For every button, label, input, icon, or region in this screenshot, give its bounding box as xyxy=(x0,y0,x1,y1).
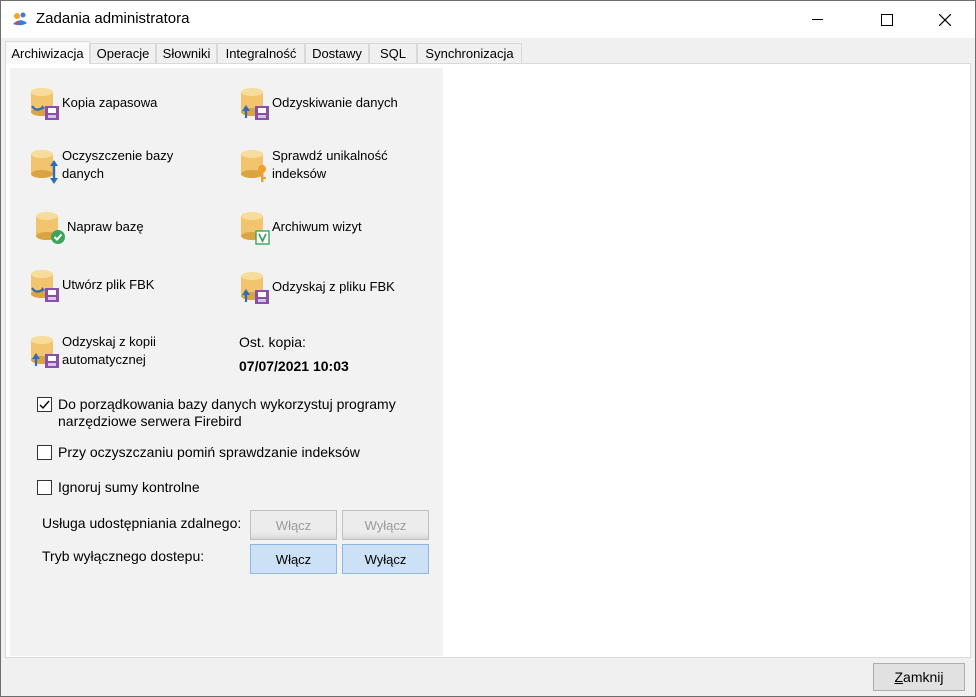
repair-db-action[interactable]: Napraw bazę xyxy=(33,208,144,246)
clean-db-label: Oczyszczenie bazy danych xyxy=(62,148,174,181)
remote-service-off-button[interactable]: Wyłącz xyxy=(342,510,429,540)
recover-auto-action[interactable]: Odzyskaj z kopii automatycznej xyxy=(28,332,156,370)
remote-service-on-button[interactable]: Włącz xyxy=(250,510,337,540)
checkbox-ignore-checksums[interactable] xyxy=(37,480,52,495)
title-bar: Zadania administratora xyxy=(1,1,975,38)
create-fbk-label: Utwórz plik FBK xyxy=(62,277,155,292)
archive-actions-panel: Kopia zapasowa Odzyskiwanie danych Oczys… xyxy=(10,68,443,656)
repair-db-label: Napraw bazę xyxy=(67,219,144,234)
app-window: Zadania administratora Archiwizacja Oper… xyxy=(0,0,976,697)
tab-sql[interactable]: SQL xyxy=(369,43,417,63)
tab-archiwizacja[interactable]: Archiwizacja xyxy=(5,41,90,64)
tab-panel-archiwizacja: Kopia zapasowa Odzyskiwanie danych Oczys… xyxy=(5,63,971,658)
close-button-label: amknij xyxy=(903,669,944,685)
checkbox-firebird-tools[interactable] xyxy=(37,397,52,412)
minimize-icon xyxy=(811,19,823,20)
database-backup-icon xyxy=(31,88,59,120)
close-icon xyxy=(939,13,951,26)
fbk-restore-icon xyxy=(241,272,269,304)
recover-fbk-action[interactable]: Odzyskaj z pliku FBK xyxy=(238,268,395,306)
option-firebird-label: Do porządkowania bazy danych wykorzystuj… xyxy=(58,396,396,429)
tab-dostawy[interactable]: Dostawy xyxy=(305,43,369,63)
recover-label: Odzyskiwanie danych xyxy=(272,95,398,110)
last-backup-label: Ost. kopia: xyxy=(239,334,306,350)
option-skip-index-check[interactable]: Przy oczyszczaniu pomiń sprawdzanie inde… xyxy=(37,444,360,461)
database-archive-icon xyxy=(241,212,270,245)
check-index-label: Sprawdź unikalność indeksów xyxy=(272,148,388,181)
visit-archive-label: Archiwum wizyt xyxy=(272,219,362,234)
database-restore-icon xyxy=(241,88,269,120)
close-window-button[interactable] xyxy=(922,1,968,38)
tab-operacje[interactable]: Operacje xyxy=(90,43,156,63)
recover-auto-label: Odzyskaj z kopii automatycznej xyxy=(62,334,156,367)
database-clean-icon xyxy=(31,150,58,184)
exclusive-mode-on-button[interactable]: Włącz xyxy=(250,544,337,574)
last-backup-value: 07/07/2021 10:03 xyxy=(239,358,349,374)
backup-action[interactable]: Kopia zapasowa xyxy=(28,84,157,122)
exclusive-mode-label: Tryb wyłącznego dostepu: xyxy=(42,548,205,564)
database-repair-icon xyxy=(36,212,65,244)
tab-integralnosc[interactable]: Integralność xyxy=(217,43,305,63)
backup-label: Kopia zapasowa xyxy=(62,95,158,110)
option-ignore-checksums[interactable]: Ignoruj sumy kontrolne xyxy=(37,479,200,496)
clean-db-action[interactable]: Oczyszczenie bazy danych xyxy=(28,146,173,184)
exclusive-mode-off-button[interactable]: Wyłącz xyxy=(342,544,429,574)
tab-slowniki[interactable]: Słowniki xyxy=(156,43,217,63)
close-button-mnemonic: Z xyxy=(894,669,904,685)
close-button[interactable]: Zamknij xyxy=(873,663,965,691)
create-fbk-action[interactable]: Utwórz plik FBK xyxy=(28,266,154,304)
window-title: Zadania administratora xyxy=(36,10,190,27)
option-skip-index-label: Przy oczyszczaniu pomiń sprawdzanie inde… xyxy=(58,444,360,460)
option-ignore-checksums-label: Ignoruj sumy kontrolne xyxy=(58,479,200,495)
tab-synchronizacja[interactable]: Synchronizacja xyxy=(417,43,522,63)
app-icon xyxy=(13,12,27,26)
remote-service-label: Usługa udostępniania zdalnego: xyxy=(42,515,242,531)
check-index-action[interactable]: Sprawdź unikalność indeksów xyxy=(238,146,388,184)
option-use-firebird-tools[interactable]: Do porządkowania bazy danych wykorzystuj… xyxy=(37,396,396,430)
database-key-icon xyxy=(241,150,266,182)
check-icon xyxy=(39,400,50,410)
maximize-icon xyxy=(881,13,893,26)
visit-archive-action[interactable]: Archiwum wizyt xyxy=(238,208,362,246)
minimize-button[interactable] xyxy=(794,1,840,38)
checkbox-skip-index[interactable] xyxy=(37,445,52,460)
recover-fbk-label: Odzyskaj z pliku FBK xyxy=(272,279,395,294)
maximize-button[interactable] xyxy=(864,1,910,38)
recover-action[interactable]: Odzyskiwanie danych xyxy=(238,84,398,122)
fbk-create-icon xyxy=(31,270,59,302)
auto-restore-icon xyxy=(31,336,59,368)
